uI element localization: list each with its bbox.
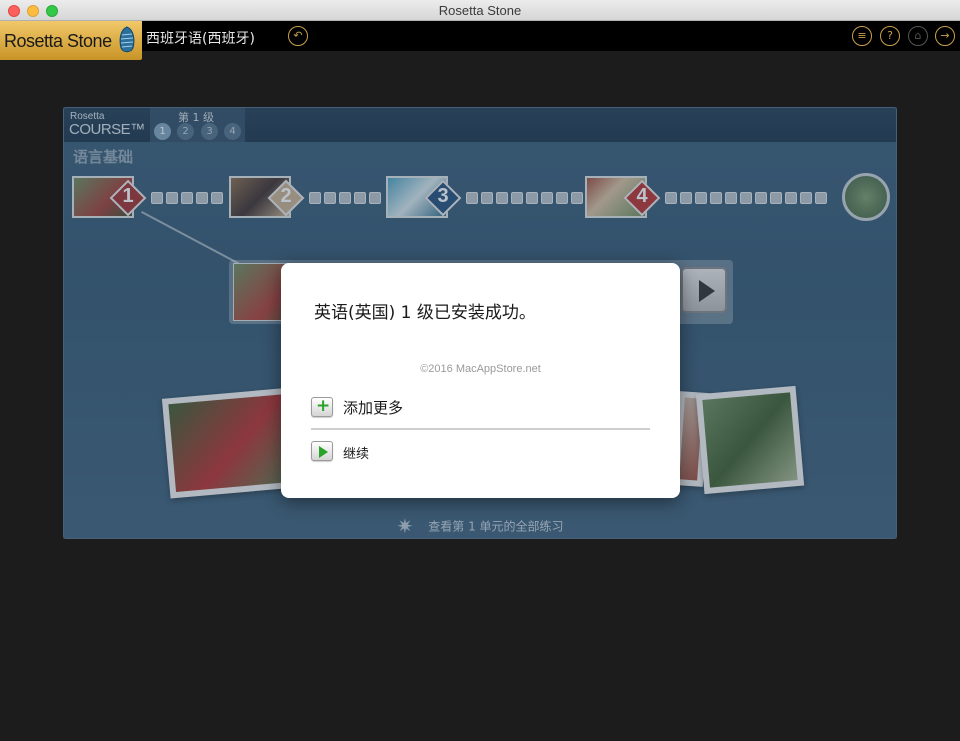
watermark-text: ©2016 MacAppStore.net: [420, 363, 541, 375]
current-language[interactable]: 西班牙语(西班牙): [146, 28, 255, 48]
back-icon[interactable]: ↶: [288, 26, 308, 46]
plus-icon: +: [316, 396, 331, 416]
stone-logo-icon: [119, 26, 135, 53]
window-titlebar: Rosetta Stone: [0, 0, 960, 21]
dialog-divider: [311, 428, 650, 430]
exit-icon[interactable]: →: [935, 26, 955, 46]
add-more-button[interactable]: +: [311, 396, 333, 417]
window-title: Rosetta Stone: [438, 3, 522, 18]
add-more-label: 添加更多: [343, 399, 404, 417]
continue-label: 继续: [343, 447, 370, 462]
play-icon: [319, 446, 328, 458]
continue-button[interactable]: [311, 441, 333, 461]
help-icon[interactable]: ?: [880, 26, 900, 46]
rosetta-stone-logo[interactable]: Rosetta Stone: [0, 21, 142, 60]
logo-text: Rosetta Stone: [4, 31, 112, 51]
home-icon[interactable]: ⌂: [908, 26, 928, 46]
app-header: [0, 21, 960, 51]
dialog-message: 英语(英国) 1 级已安装成功。: [314, 303, 536, 323]
install-success-dialog: 英语(英国) 1 级已安装成功。 ©2016 MacAppStore.net +…: [281, 263, 680, 498]
menu-list-icon[interactable]: ≡: [852, 26, 872, 46]
